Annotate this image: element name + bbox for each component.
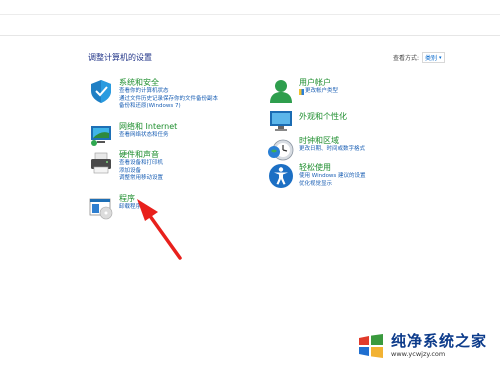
windows-logo-icon bbox=[359, 333, 383, 358]
watermark-title: 纯净系统之家 bbox=[391, 332, 488, 350]
annotation-arrow bbox=[137, 199, 182, 260]
watermark-url: www.ycwjzy.com bbox=[391, 350, 446, 358]
watermark: 纯净系统之家 www.ycwjzy.com bbox=[357, 333, 487, 358]
